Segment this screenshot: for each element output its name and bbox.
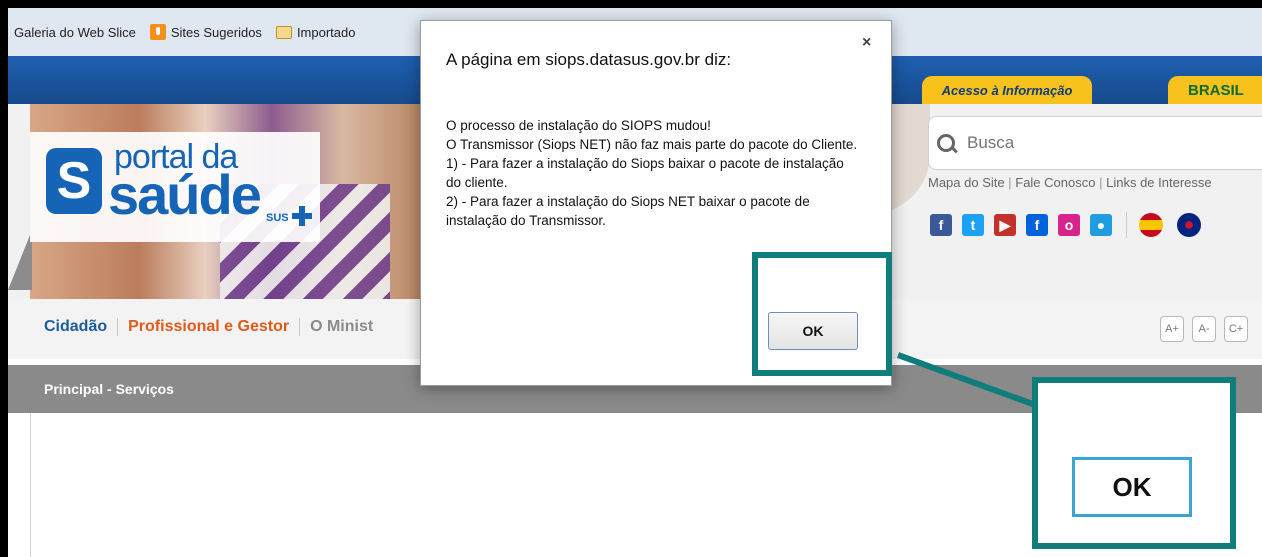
dialog-title: A página em siops.datasus.gov.br diz: xyxy=(446,50,732,69)
contrast-button[interactable]: C+ xyxy=(1224,316,1248,342)
orkut-icon[interactable]: o xyxy=(1058,214,1080,236)
logo-sus-text: SUS xyxy=(266,212,289,224)
dialog-line: O processo de instalação do SIOPS mudou! xyxy=(446,118,711,133)
suggested-sites-icon xyxy=(149,24,166,40)
dialog-message: O processo de instalação do SIOPS mudou!… xyxy=(446,116,862,230)
nav-cidadao[interactable]: Cidadão xyxy=(44,318,119,336)
font-decrease-button[interactable]: A- xyxy=(1192,316,1216,342)
brasil-link[interactable]: BRASIL xyxy=(1168,76,1262,104)
site-map-link[interactable]: Mapa do Site xyxy=(928,175,1005,190)
social-separator xyxy=(1126,212,1127,238)
spanish-flag-icon[interactable] xyxy=(1139,213,1163,237)
ok-highlight-box xyxy=(752,252,892,376)
bookmark-importado[interactable]: Importado xyxy=(275,24,356,40)
acesso-informacao-link[interactable]: Acesso à Informação xyxy=(922,76,1092,104)
bookmark-label: Galeria do Web Slice xyxy=(14,24,136,40)
nav-ministerio[interactable]: O Minist xyxy=(300,318,383,336)
dialog-line: 1) - Para fazer a instalação do Siops ba… xyxy=(446,156,844,190)
search-box[interactable] xyxy=(928,116,1262,170)
search-input[interactable] xyxy=(965,132,1249,154)
zoom-ok-button: OK xyxy=(1072,457,1192,517)
dialog-line: O Transmissor (Siops NET) não faz mais p… xyxy=(446,137,858,152)
font-increase-button[interactable]: A+ xyxy=(1160,316,1184,342)
social-icons: f t ▶ f o ● xyxy=(930,212,1215,238)
links-of-interest-link[interactable]: Links de Interesse xyxy=(1106,175,1212,190)
bookmark-label: Sites Sugeridos xyxy=(170,24,262,40)
close-icon[interactable]: × xyxy=(862,34,871,52)
bookmark-web-slice[interactable]: Galeria do Web Slice xyxy=(14,25,136,40)
plus-cross-icon xyxy=(292,206,312,226)
folder-icon xyxy=(275,25,292,39)
bookmark-sites-sugeridos[interactable]: Sites Sugeridos xyxy=(149,24,262,40)
facebook-icon[interactable]: f xyxy=(930,214,952,236)
english-flag-icon[interactable] xyxy=(1177,213,1201,237)
breadcrumb: Principal - Serviços xyxy=(44,381,174,397)
link-separator: | xyxy=(1008,175,1012,190)
nav-profissional-gestor[interactable]: Profissional e Gestor xyxy=(118,318,301,336)
top-links: Mapa do Site | Fale Conosco | Links de I… xyxy=(928,175,1212,190)
contact-link[interactable]: Fale Conosco xyxy=(1015,175,1095,190)
youtube-icon[interactable]: ▶ xyxy=(994,214,1016,236)
font-size-controls: A+ A- C+ xyxy=(1160,316,1256,342)
search-icon[interactable] xyxy=(937,134,955,152)
decorative-wedge xyxy=(8,230,32,290)
main-nav: Cidadão Profissional e Gestor O Minist xyxy=(44,318,383,336)
link-separator: | xyxy=(1099,175,1103,190)
chat-icon[interactable]: ● xyxy=(1090,214,1112,236)
logo-saude-text: saúde xyxy=(108,163,262,226)
content-divider xyxy=(30,413,31,557)
twitter-icon[interactable]: t xyxy=(962,214,984,236)
bookmark-label: Importado xyxy=(296,24,356,40)
logo-s-icon: S xyxy=(46,148,102,214)
dialog-line: 2) - Para fazer a instalação do Siops NE… xyxy=(446,194,810,228)
flickr-icon[interactable]: f xyxy=(1026,214,1048,236)
